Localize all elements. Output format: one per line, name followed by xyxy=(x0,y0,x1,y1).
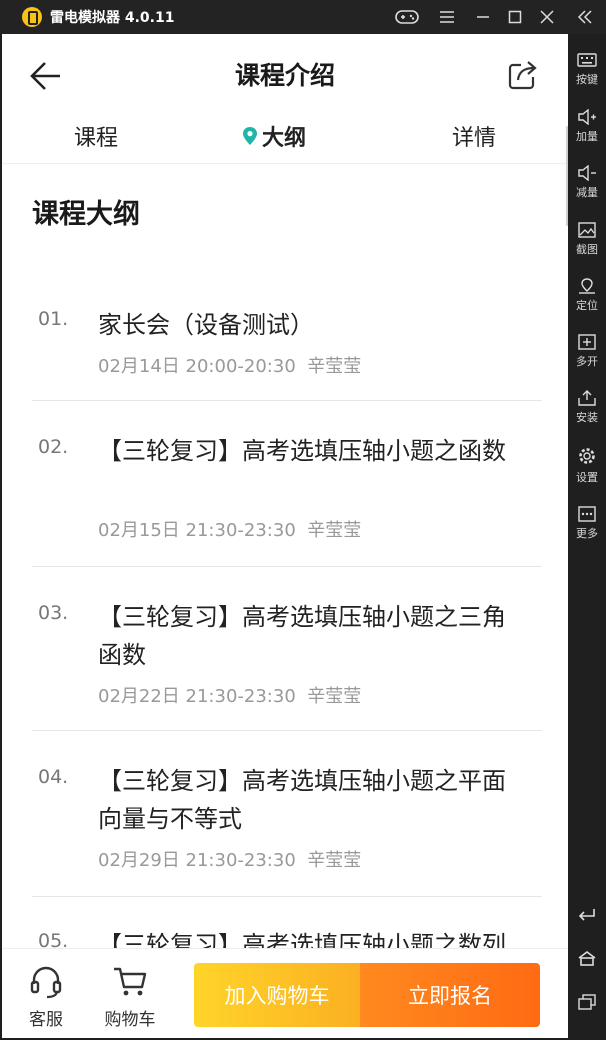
share-icon[interactable] xyxy=(507,59,539,91)
tab-outline[interactable]: 大纲 xyxy=(242,120,306,152)
lesson-time: 02月15日 21:30-23:30 xyxy=(98,520,296,541)
lesson-number: 01. xyxy=(38,308,69,330)
lesson-meta: 02月14日 20:00-20:30 辛莹莹 xyxy=(98,352,361,378)
lesson-number: 04. xyxy=(38,766,69,788)
lesson-teacher: 辛莹莹 xyxy=(307,520,362,541)
multi-instance-button[interactable]: 多开 xyxy=(568,334,606,369)
location-button[interactable]: 定位 xyxy=(568,278,606,313)
divider xyxy=(32,896,542,897)
location-label: 定位 xyxy=(576,299,598,312)
multi-instance-icon xyxy=(578,334,596,350)
lesson-title: 【三轮复习】高考选填压轴小题之三角函数 xyxy=(98,603,506,669)
section-title: 课程大纲 xyxy=(32,199,140,230)
close-icon[interactable] xyxy=(532,0,562,34)
android-back-button[interactable] xyxy=(568,906,606,925)
lesson-teacher: 辛莹莹 xyxy=(307,686,362,707)
more-icon xyxy=(578,506,596,522)
shopping-cart-icon xyxy=(114,967,147,996)
more-label: 更多 xyxy=(576,527,598,540)
tab-label: 大纲 xyxy=(262,126,307,151)
location-icon xyxy=(579,278,595,294)
lesson-number: 03. xyxy=(38,602,69,624)
screenshot-button[interactable]: 截图 xyxy=(568,222,606,257)
settings-icon xyxy=(579,448,595,464)
maximize-icon[interactable] xyxy=(500,0,530,34)
minimize-icon[interactable] xyxy=(468,0,498,34)
android-recents-button[interactable] xyxy=(568,994,606,1013)
android-recents-icon xyxy=(578,994,596,1010)
install-button[interactable]: 安装 xyxy=(568,390,606,425)
volume-up-label: 加量 xyxy=(576,130,598,143)
lesson-meta: 02月29日 21:30-23:30 辛莹莹 xyxy=(98,846,361,872)
tab-label: 详情 xyxy=(452,126,497,151)
app-screen: 课程介绍 课程 大纲 详情 课程大纲 01. 家长会（设备测试） 02月14日 … xyxy=(2,34,568,1038)
emulator-logo-icon xyxy=(22,7,42,27)
lesson-teacher: 辛莹莹 xyxy=(307,356,362,377)
keyboard-icon xyxy=(577,53,597,67)
cart-button[interactable]: 购物车 xyxy=(100,965,160,1030)
tab-details[interactable]: 详情 xyxy=(452,120,496,152)
collapse-sidebar-icon[interactable] xyxy=(570,0,600,34)
android-home-button[interactable] xyxy=(568,950,606,969)
screenshot-label: 截图 xyxy=(576,243,598,256)
bottom-action-bar: 客服 购物车 加入购物车 立即报名 xyxy=(2,948,568,1038)
lesson-title: 【三轮复习】高考选填压轴小题之数列 xyxy=(98,931,506,948)
lesson-time: 02月14日 20:00-20:30 xyxy=(98,356,296,377)
volume-up-button[interactable]: 加量 xyxy=(568,109,606,144)
app-header: 课程介绍 xyxy=(2,34,568,114)
volume-down-button[interactable]: 减量 xyxy=(568,165,606,200)
tab-course[interactable]: 课程 xyxy=(74,120,118,152)
android-back-icon xyxy=(578,909,595,921)
add-to-cart-button[interactable]: 加入购物车 xyxy=(194,963,360,1027)
lesson-meta: 02月22日 21:30-23:30 辛莹莹 xyxy=(98,682,361,708)
settings-button[interactable]: 设置 xyxy=(568,446,606,485)
volume-down-label: 减量 xyxy=(576,186,598,199)
divider xyxy=(32,400,542,401)
gamepad-icon[interactable] xyxy=(392,0,422,34)
volume-down-icon xyxy=(578,165,596,181)
lesson-time: 02月29日 21:30-23:30 xyxy=(98,850,296,871)
lesson-title: 家长会（设备测试） xyxy=(98,311,314,339)
settings-label: 设置 xyxy=(576,471,598,484)
lesson-meta: 02月15日 21:30-23:30 辛莹莹 xyxy=(98,516,361,542)
outline-content: 课程大纲 01. 家长会（设备测试） 02月14日 20:00-20:30 辛莹… xyxy=(2,164,568,948)
cart-label: 购物车 xyxy=(104,1010,156,1030)
customer-service-button[interactable]: 客服 xyxy=(16,965,76,1030)
tab-bar: 课程 大纲 详情 xyxy=(2,114,568,164)
emulator-window: 雷电模拟器 4.0.11 课程介绍 课程 大纲 详情 课程大纲 01. 家长会（… xyxy=(0,0,606,1040)
volume-up-icon xyxy=(578,109,596,125)
emulator-sidebar: 按键 加量 减量 截图 定位 多开 安装 设置 更多 xyxy=(568,34,606,1040)
headset-icon xyxy=(30,966,62,999)
screenshot-icon xyxy=(578,222,596,238)
tab-label: 课程 xyxy=(74,126,119,151)
keyboard-button[interactable]: 按键 xyxy=(568,52,606,87)
android-home-icon xyxy=(578,951,596,966)
more-button[interactable]: 更多 xyxy=(568,506,606,541)
lesson-teacher: 辛莹莹 xyxy=(307,850,362,871)
enroll-now-button[interactable]: 立即报名 xyxy=(360,963,540,1027)
keyboard-label: 按键 xyxy=(576,73,598,86)
divider xyxy=(32,566,542,567)
emulator-title: 雷电模拟器 4.0.11 xyxy=(50,10,175,26)
lesson-time: 02月22日 21:30-23:30 xyxy=(98,686,296,707)
lesson-number: 05. xyxy=(38,930,69,948)
divider xyxy=(32,730,542,731)
lesson-number: 02. xyxy=(38,436,69,458)
page-title: 课程介绍 xyxy=(234,61,335,90)
emulator-titlebar: 雷电模拟器 4.0.11 xyxy=(0,0,606,34)
install-icon xyxy=(578,390,596,406)
customer-service-label: 客服 xyxy=(29,1010,63,1030)
lesson-title: 【三轮复习】高考选填压轴小题之平面向量与不等式 xyxy=(98,767,506,833)
lesson-title: 【三轮复习】高考选填压轴小题之函数 xyxy=(98,437,506,465)
location-pin-icon xyxy=(243,127,257,145)
menu-icon[interactable] xyxy=(432,0,462,34)
install-label: 安装 xyxy=(576,411,598,424)
multi-instance-label: 多开 xyxy=(576,355,598,368)
